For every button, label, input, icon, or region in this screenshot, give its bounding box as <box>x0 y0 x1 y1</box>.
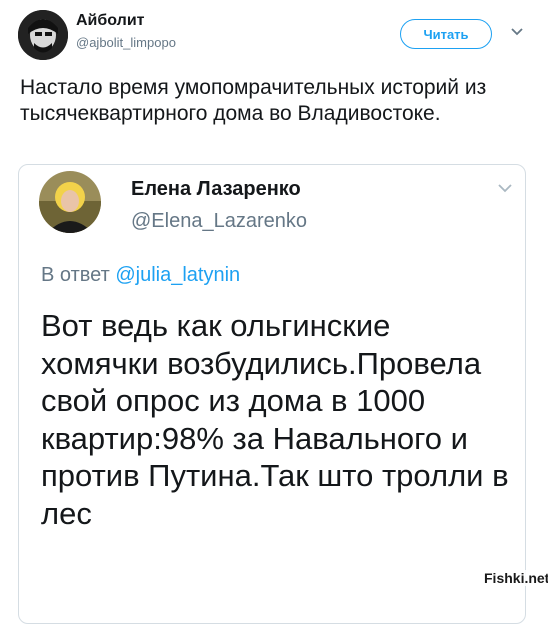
author-avatar[interactable] <box>18 10 68 60</box>
reply-context: В ответ @julia_latynin <box>41 264 240 287</box>
quoted-tweet-text: Вот ведь как ольгинские хомячки возбудил… <box>41 308 509 531</box>
watermark: Fishki.net <box>482 570 548 586</box>
author-avatar-image <box>18 10 68 60</box>
reply-prefix: В ответ <box>41 264 110 286</box>
quoted-author-handle[interactable]: @Elena_Lazarenko <box>131 210 307 233</box>
quoted-author-avatar[interactable] <box>39 171 101 233</box>
tweet-text: Настало время умопомрачительных историй … <box>20 76 487 125</box>
quoted-tweet-card[interactable]: Елена Лазаренко @Elena_Lazarenko В ответ… <box>18 164 526 624</box>
chevron-down-icon[interactable] <box>497 183 513 194</box>
follow-button[interactable]: Читать <box>400 19 492 49</box>
author-name[interactable]: Айболит <box>76 12 144 30</box>
chevron-down-icon[interactable] <box>510 27 524 37</box>
quoted-avatar-image <box>39 171 101 233</box>
quoted-author-name[interactable]: Елена Лазаренко <box>131 178 301 201</box>
author-handle[interactable]: @ajbolit_limpopo <box>76 35 176 50</box>
reply-to-link[interactable]: @julia_latynin <box>115 264 240 286</box>
